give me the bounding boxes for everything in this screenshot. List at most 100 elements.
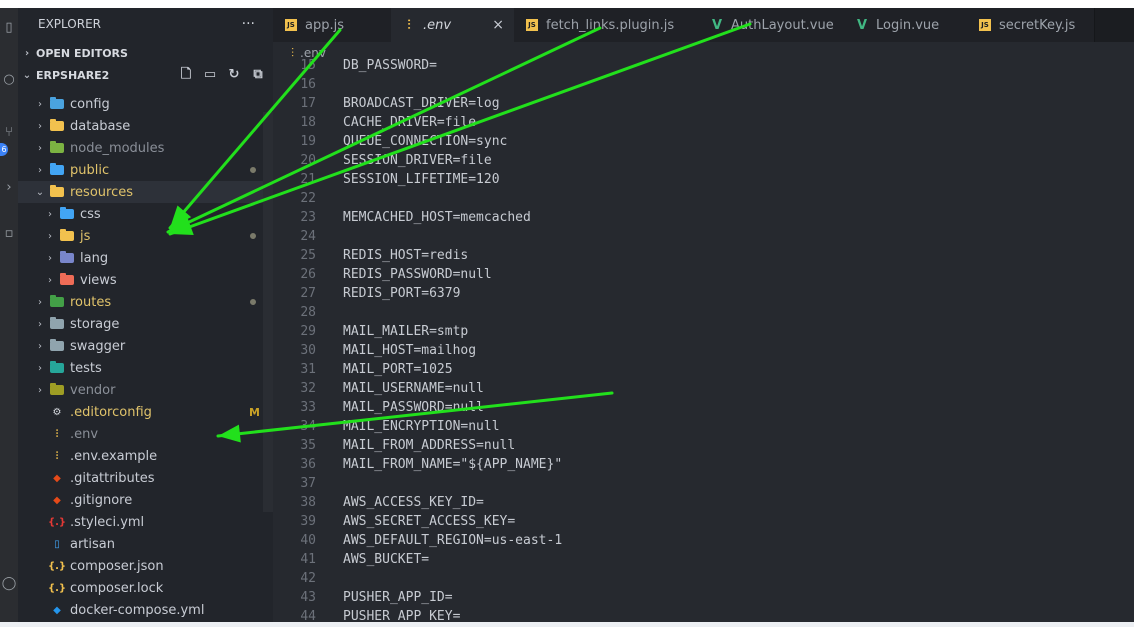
tree-item[interactable]: › swagger bbox=[18, 335, 273, 357]
vue-icon: V bbox=[711, 17, 723, 33]
tree-item[interactable]: › vendor bbox=[18, 379, 273, 401]
code-line[interactable]: AWS_ACCESS_KEY_ID= bbox=[343, 495, 484, 510]
braces-icon: {.} bbox=[47, 582, 67, 594]
folder-icon bbox=[50, 383, 64, 396]
js-icon: JS bbox=[285, 19, 297, 31]
line-number: 42 bbox=[300, 571, 316, 586]
tree-item[interactable]: ⚙ .editorconfig M bbox=[18, 401, 273, 423]
code-line[interactable]: REDIS_PASSWORD=null bbox=[343, 267, 492, 282]
tree-item[interactable]: ⫶ .env.example bbox=[18, 445, 273, 467]
tree-item[interactable]: › routes bbox=[18, 291, 273, 313]
code-line[interactable]: CACHE_DRIVER=file bbox=[343, 115, 476, 130]
line-number: 19 bbox=[300, 134, 316, 149]
editor-tab[interactable]: V Login.vue bbox=[844, 8, 968, 42]
search-icon[interactable]: ○ bbox=[0, 72, 18, 87]
tree-item[interactable]: › tests bbox=[18, 357, 273, 379]
source-control-icon[interactable]: ⑂ bbox=[0, 125, 18, 140]
folder-icon bbox=[50, 97, 64, 110]
editor-tab-label: secretKey.js bbox=[999, 17, 1076, 33]
chevron-right-icon: › bbox=[24, 47, 30, 59]
code-line[interactable]: MAIL_USERNAME=null bbox=[343, 381, 484, 396]
project-label: ERPSHARE2 bbox=[36, 68, 110, 82]
code-line[interactable]: MAIL_FROM_ADDRESS=null bbox=[343, 438, 515, 453]
code-line[interactable]: AWS_DEFAULT_REGION=us-east-1 bbox=[343, 533, 562, 548]
chevron-right-icon: › bbox=[38, 98, 42, 110]
tree-item[interactable]: › css bbox=[18, 203, 273, 225]
new-file-icon[interactable]: 🗋 bbox=[179, 68, 193, 81]
tree-item-label: .styleci.yml bbox=[70, 514, 145, 530]
code-line[interactable]: BROADCAST_DRIVER=log bbox=[343, 96, 500, 111]
open-editors-section[interactable]: › OPEN EDITORS bbox=[18, 42, 273, 64]
tree-item-label: database bbox=[70, 118, 131, 134]
code-line[interactable]: PUSHER_APP_ID= bbox=[343, 590, 453, 605]
code-line[interactable]: MAIL_ENCRYPTION=null bbox=[343, 419, 500, 434]
code-line[interactable]: MEMCACHED_HOST=memcached bbox=[343, 210, 531, 225]
line-number: 24 bbox=[300, 229, 316, 244]
code-line[interactable]: SESSION_LIFETIME=120 bbox=[343, 172, 500, 187]
sidebar-scrollbar[interactable] bbox=[263, 112, 273, 512]
git-status-badge: M bbox=[249, 405, 260, 419]
folder-icon bbox=[60, 251, 74, 264]
tree-item[interactable]: ▯ artisan bbox=[18, 533, 273, 555]
tree-item[interactable]: › node_modules bbox=[18, 137, 273, 159]
tree-item[interactable]: › js bbox=[18, 225, 273, 247]
tree-item[interactable]: › views bbox=[18, 269, 273, 291]
account-icon[interactable]: ◯ bbox=[0, 576, 18, 591]
code-line[interactable]: MAIL_PASSWORD=null bbox=[343, 400, 484, 415]
code-line[interactable]: SESSION_DRIVER=file bbox=[343, 153, 492, 168]
code-line[interactable]: AWS_BUCKET= bbox=[343, 552, 429, 567]
collapse-all-icon[interactable]: ⧉ bbox=[251, 68, 265, 81]
line-number: 34 bbox=[300, 419, 316, 434]
run-icon[interactable]: › bbox=[0, 180, 18, 195]
tree-item-label: resources bbox=[70, 184, 134, 200]
code-line[interactable]: DB_PASSWORD= bbox=[343, 58, 437, 73]
tree-item[interactable]: ⫶ .env bbox=[18, 423, 273, 445]
chevron-down-icon: ⌄ bbox=[22, 69, 32, 81]
code-line[interactable]: MAIL_PORT=1025 bbox=[343, 362, 453, 377]
more-actions-button[interactable]: ··· bbox=[242, 16, 255, 32]
refresh-icon[interactable]: ↻ bbox=[227, 68, 241, 81]
tree-item[interactable]: › database bbox=[18, 115, 273, 137]
extensions-icon[interactable]: ▫ bbox=[0, 226, 18, 241]
editor-tab[interactable]: JS app.js bbox=[273, 8, 392, 42]
chevron-right-icon: › bbox=[38, 296, 42, 308]
tree-item[interactable]: ⌄ resources bbox=[18, 181, 273, 203]
tree-item[interactable]: › lang bbox=[18, 247, 273, 269]
tree-item-label: .env bbox=[70, 426, 99, 442]
tree-item[interactable]: ◆ docker-compose.yml bbox=[18, 599, 273, 621]
code-line[interactable]: MAIL_FROM_NAME="${APP_NAME}" bbox=[343, 457, 562, 472]
close-icon[interactable]: × bbox=[492, 17, 504, 33]
new-folder-icon[interactable]: ▭ bbox=[203, 68, 217, 81]
sliders-icon: ⫶ bbox=[55, 428, 59, 440]
code-editor[interactable]: 15 DB_PASSWORD= 16 17 BROADCAST_DRIVER=log 18… bbox=[273, 58, 1134, 627]
chevron-right-icon: › bbox=[38, 340, 42, 352]
tree-item[interactable]: ◆ .gitattributes bbox=[18, 467, 273, 489]
code-line[interactable]: AWS_SECRET_ACCESS_KEY= bbox=[343, 514, 515, 529]
code-line[interactable]: MAIL_MAILER=smtp bbox=[343, 324, 468, 339]
folder-icon bbox=[50, 317, 64, 330]
tree-item[interactable]: ◆ .gitignore bbox=[18, 489, 273, 511]
editor-tab[interactable]: ⫶ .env × bbox=[391, 8, 515, 42]
tree-item[interactable]: {.} .styleci.yml bbox=[18, 511, 273, 533]
code-line[interactable]: QUEUE_CONNECTION=sync bbox=[343, 134, 507, 149]
tree-item-label: artisan bbox=[70, 536, 115, 552]
line-number: 40 bbox=[300, 533, 316, 548]
editor-tab[interactable]: JS secretKey.js bbox=[967, 8, 1095, 42]
whale-icon: ◆ bbox=[53, 604, 61, 616]
tree-item[interactable]: › storage bbox=[18, 313, 273, 335]
tree-item[interactable]: {.} composer.lock bbox=[18, 577, 273, 599]
code-line[interactable]: REDIS_HOST=redis bbox=[343, 248, 468, 263]
line-number: 36 bbox=[300, 457, 316, 472]
tree-item[interactable]: › config bbox=[18, 93, 273, 115]
tree-item[interactable]: {.} composer.json bbox=[18, 555, 273, 577]
editor-tab[interactable]: V AuthLayout.vue bbox=[699, 8, 845, 42]
editor-tab[interactable]: JS fetch_links.plugin.js bbox=[514, 8, 700, 42]
code-line[interactable]: MAIL_HOST=mailhog bbox=[343, 343, 476, 358]
line-number: 27 bbox=[300, 286, 316, 301]
tree-item[interactable]: › public bbox=[18, 159, 273, 181]
folder-shape bbox=[50, 383, 64, 395]
project-section[interactable]: ⌄ ERPSHARE2 🗋 ▭ ↻ ⧉ bbox=[18, 64, 273, 86]
files-icon[interactable]: ▯ bbox=[0, 20, 18, 35]
source-control-badge: 6 bbox=[0, 143, 8, 156]
code-line[interactable]: REDIS_PORT=6379 bbox=[343, 286, 460, 301]
